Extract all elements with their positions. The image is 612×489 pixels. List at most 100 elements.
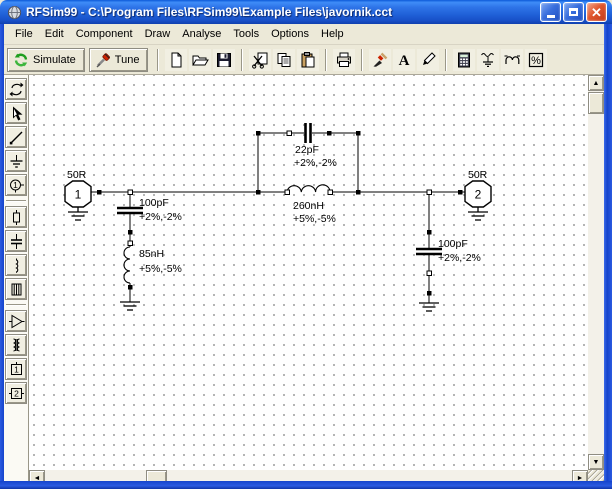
shunt-inductor-left-symbol[interactable]: 85nH +5%,-5% [120,247,182,310]
toolbar-separator [241,49,243,71]
menu-item-draw[interactable]: Draw [139,25,177,43]
copy-icon [275,51,293,69]
port-icon: 1 [8,177,25,194]
tune-icon [95,52,111,68]
text-tool-glyph: A [399,53,410,69]
close-button[interactable]: ✕ [586,2,607,22]
filter-design-button[interactable] [501,49,523,71]
series-inductor-value: 260nH [293,200,324,212]
open-folder-icon [191,51,209,69]
paste-button[interactable] [297,49,319,71]
two-port-tool-button[interactable]: 2 [5,382,27,404]
one-port-tool-button[interactable]: 1 [5,358,27,380]
print-button[interactable] [333,49,355,71]
ground-symbol [468,207,488,220]
port1-number: 1 [75,188,82,202]
port2-impedance-label: 50R [468,169,488,181]
menu-item-options[interactable]: Options [265,25,315,43]
shunt-capacitor-right-value: 100pF [438,238,468,250]
port1-symbol[interactable]: 1 50R [65,169,91,220]
shunt-inductor-left-value: 85nH [139,248,164,260]
text-button[interactable]: A [393,49,415,71]
toolbar-separator [361,49,363,71]
toolbar-separator [445,49,447,71]
tolerance-icon: % [527,51,545,69]
rfsim99-window: RFSim99 - C:\Program Files\RFSim99\Examp… [0,0,612,489]
open-button[interactable] [189,49,211,71]
vertical-scroll-thumb[interactable] [588,92,604,114]
ground-symbol [68,207,88,220]
vertical-scrollbar[interactable]: ▲ ▼ [588,75,604,470]
calculator-button[interactable] [453,49,475,71]
draw-line-button[interactable] [417,49,439,71]
toolbar: Simulate Tune [4,46,604,75]
cut-button[interactable] [249,49,271,71]
ground-icon [8,153,25,170]
tune-button[interactable]: Tune [89,48,149,72]
shunt-capacitor-left-symbol[interactable]: 100pF +2%,-2% [117,197,182,223]
ground-tool-button[interactable] [5,150,27,172]
simulate-icon [13,52,29,68]
menu-item-file[interactable]: File [9,25,39,43]
select-arrow-icon [8,105,25,122]
maximize-button[interactable] [563,2,584,22]
schematic: 1 50R 2 50R [29,75,588,470]
matching-network-icon [479,51,497,69]
menu-item-help[interactable]: Help [315,25,350,43]
series-capacitor-value: 22pF [295,144,319,156]
copy-button[interactable] [273,49,295,71]
crystal-tool-button[interactable] [5,278,27,300]
series-capacitor-symbol[interactable]: 22pF +2%,-2% [294,123,337,169]
resize-gripper[interactable] [588,470,604,481]
wire-tool-button[interactable] [5,126,27,148]
shunt-capacitor-left-tolerance: +2%,-2% [139,211,182,223]
tool-palette: 1 [4,75,29,481]
amplifier-icon [8,313,25,330]
two-port-box-icon: 2 [8,385,25,402]
one-port-box-icon: 1 [8,361,25,378]
toolbar-separator [325,49,327,71]
shunt-inductor-left-tolerance: +5%,-5% [139,263,182,275]
minimize-button[interactable] [540,2,561,22]
horizontal-scroll-thumb[interactable] [146,470,167,481]
menu-item-analyse[interactable]: Analyse [176,25,227,43]
save-icon [215,51,233,69]
inductor-tool-button[interactable] [5,254,27,276]
port2-symbol[interactable]: 2 50R [465,169,491,220]
scroll-right-button[interactable]: ► [572,470,588,481]
two-port-glyph: 2 [14,388,19,398]
save-button[interactable] [213,49,235,71]
amplifier-tool-button[interactable] [5,310,27,332]
shunt-capacitor-right-symbol[interactable]: 100pF +2%,-2% [416,238,481,311]
arrow-down-icon: ▼ [593,459,600,466]
menu-item-tools[interactable]: Tools [227,25,265,43]
resistor-tool-button[interactable] [5,206,27,228]
tolerance-button[interactable]: % [525,49,547,71]
rotate-tool-button[interactable] [5,78,27,100]
menu-item-edit[interactable]: Edit [39,25,70,43]
port-tool-button[interactable]: 1 [5,174,27,196]
app-icon [7,5,22,20]
schematic-canvas[interactable]: 1 50R 2 50R [29,75,588,470]
port-tool-glyph: 1 [13,180,18,190]
new-button[interactable] [165,49,187,71]
scroll-up-button[interactable]: ▲ [588,75,604,91]
palette-separator [6,304,26,306]
shunt-capacitor-right-tolerance: +2%,-2% [438,252,481,264]
minimize-icon [547,15,555,18]
simulate-button[interactable]: Simulate [7,48,85,72]
erase-button[interactable] [369,49,391,71]
new-file-icon [167,51,185,69]
capacitor-tool-button[interactable] [5,230,27,252]
select-tool-button[interactable] [5,102,27,124]
horizontal-scrollbar[interactable]: ◄ ► [29,470,588,481]
rotate-icon [8,81,25,98]
port1-impedance-label: 50R [67,169,87,181]
matching-button[interactable] [477,49,499,71]
transformer-tool-button[interactable] [5,334,27,356]
scroll-left-button[interactable]: ◄ [29,470,45,481]
menu-item-component[interactable]: Component [70,25,139,43]
titlebar: RFSim99 - C:\Program Files\RFSim99\Examp… [0,0,612,24]
pencil-icon [419,51,437,69]
scroll-down-button[interactable]: ▼ [588,454,604,470]
